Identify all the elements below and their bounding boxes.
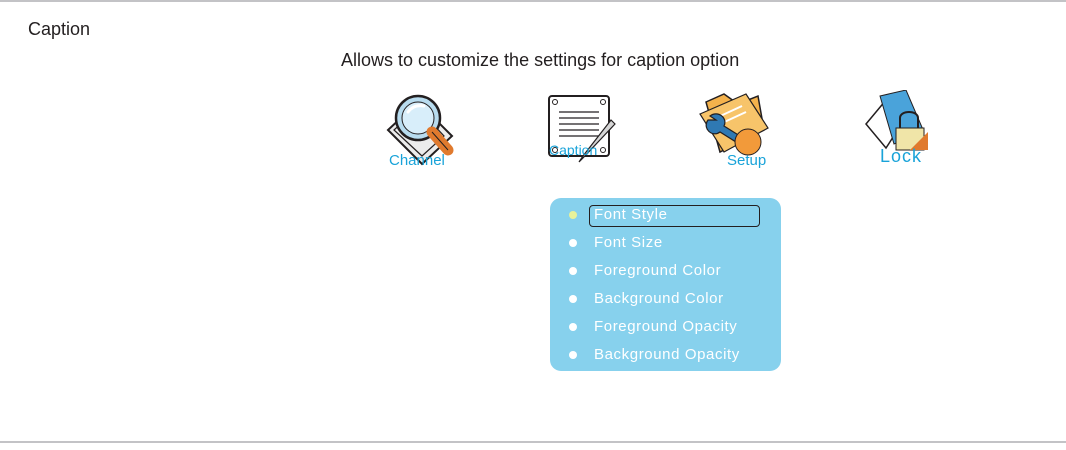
caption-options-menu: Font Style Font Size Foreground Color Ba… (550, 198, 781, 371)
bullet-icon (569, 295, 577, 303)
menu-item-font-style[interactable]: Font Style (550, 202, 781, 229)
notepad-pen-icon (548, 95, 616, 163)
menu-item-label: Font Size (594, 234, 663, 251)
page-description: Allows to customize the settings for cap… (341, 50, 740, 70)
menu-item-label: Background Opacity (594, 346, 740, 363)
menu-item-foreground-opacity[interactable]: Foreground Opacity (550, 314, 781, 341)
setup-menu-button[interactable]: Setup (692, 90, 782, 170)
bottom-divider (0, 441, 1066, 443)
caption-menu-button[interactable]: Caption (545, 90, 635, 170)
channel-label: Channel (389, 152, 445, 169)
menu-item-background-color[interactable]: Background Color (550, 286, 781, 313)
bullet-icon (569, 267, 577, 275)
menu-item-foreground-color[interactable]: Foreground Color (550, 258, 781, 285)
bullet-icon (569, 239, 577, 247)
menu-item-background-opacity[interactable]: Background Opacity (550, 342, 781, 369)
page-title: Caption (28, 19, 91, 39)
bullet-icon (569, 211, 577, 219)
caption-label: Caption (549, 142, 598, 158)
bullet-icon (569, 351, 577, 359)
top-divider (0, 0, 1066, 2)
menu-item-label: Foreground Color (594, 262, 722, 279)
menu-item-label: Foreground Opacity (594, 318, 738, 335)
menu-item-font-size[interactable]: Font Size (550, 230, 781, 257)
lock-label: Lock (880, 146, 923, 166)
menu-item-label: Background Color (594, 290, 724, 307)
bullet-icon (569, 323, 577, 331)
channel-menu-button[interactable]: Channel (382, 90, 472, 170)
menu-item-label: Font Style (594, 206, 668, 223)
lock-menu-button[interactable]: Lock (860, 90, 950, 170)
setup-label: Setup (727, 152, 767, 169)
